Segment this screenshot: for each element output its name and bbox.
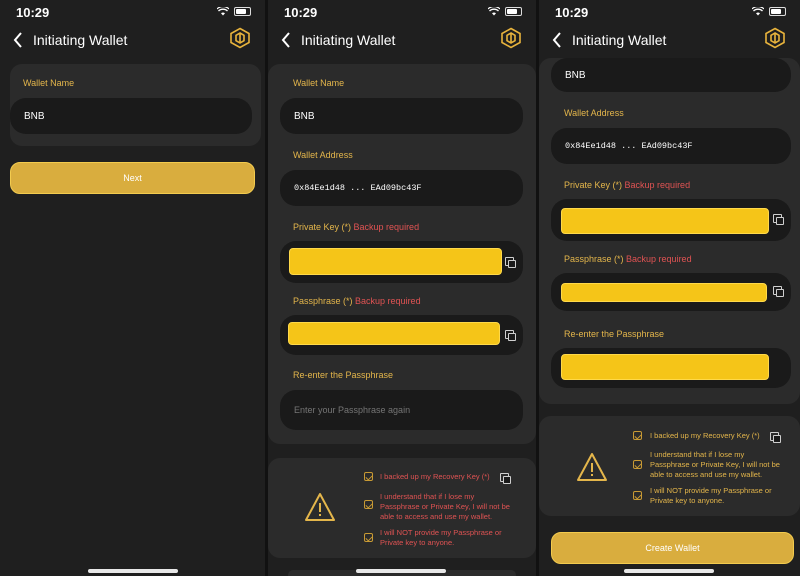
passphrase-label: Passphrase (*) Backup required bbox=[293, 296, 421, 306]
private-key-masked[interactable] bbox=[289, 248, 502, 275]
wallet-name-label: Wallet Name bbox=[293, 78, 345, 88]
bnb-logo-icon bbox=[501, 27, 521, 49]
status-icons bbox=[488, 7, 522, 16]
warning-icon bbox=[305, 493, 335, 521]
checkbox-not-share[interactable] bbox=[364, 533, 373, 542]
page-title: Initiating Wallet bbox=[572, 32, 667, 48]
reenter-passphrase-label: Re-enter the Passphrase bbox=[564, 329, 665, 339]
confirmations-card: I backed up my Recovery Key (*) I unders… bbox=[539, 416, 800, 516]
screen-step-1: 10:29 Initiating Wallet Wallet Name BNB … bbox=[0, 0, 265, 576]
copy-passphrase-icon[interactable] bbox=[505, 330, 516, 341]
passphrase-field bbox=[280, 315, 523, 355]
reenter-passphrase-textbox[interactable] bbox=[294, 405, 523, 415]
battery-icon bbox=[769, 7, 786, 16]
status-time: 10:29 bbox=[16, 5, 50, 20]
wallet-name-input[interactable]: BNB bbox=[10, 98, 252, 134]
page-title: Initiating Wallet bbox=[301, 32, 396, 48]
page-title: Initiating Wallet bbox=[33, 32, 128, 48]
next-button[interactable]: Next bbox=[10, 162, 255, 194]
status-bar: 10:29 bbox=[539, 0, 800, 24]
wallet-name-label: Wallet Name bbox=[23, 78, 75, 88]
back-chevron-icon[interactable] bbox=[10, 29, 26, 51]
copy-passphrase-icon[interactable] bbox=[773, 286, 784, 297]
checkbox-recovery-key[interactable] bbox=[364, 472, 373, 481]
status-bar: 10:29 bbox=[268, 0, 536, 24]
wallet-name-card: Wallet Name BNB bbox=[10, 64, 261, 146]
reenter-passphrase-input[interactable] bbox=[280, 390, 523, 430]
passphrase-field bbox=[551, 273, 791, 311]
confirm-not-share-text: I will NOT provide my Passphrase or Priv… bbox=[650, 486, 772, 505]
reenter-passphrase-masked[interactable] bbox=[561, 354, 769, 380]
status-time: 10:29 bbox=[284, 5, 318, 20]
private-key-label: Private Key (*) Backup required bbox=[564, 180, 691, 190]
status-bar: 10:29 bbox=[0, 0, 265, 24]
reenter-passphrase-label: Re-enter the Passphrase bbox=[293, 370, 394, 380]
battery-icon bbox=[505, 7, 522, 16]
private-key-field bbox=[280, 241, 523, 283]
navbar: Initiating Wallet bbox=[268, 24, 536, 58]
private-key-masked[interactable] bbox=[561, 208, 769, 234]
bnb-logo-icon bbox=[765, 27, 785, 49]
battery-icon bbox=[234, 7, 251, 16]
confirm-understand-text: I understand that if I lose my Passphras… bbox=[380, 492, 510, 521]
copy-recovery-key-icon[interactable] bbox=[770, 432, 781, 443]
wifi-icon bbox=[752, 7, 764, 16]
wallet-address-field: 0x84Ee1d48 ... EAd09bc43F bbox=[280, 170, 523, 206]
confirm-understand-text: I understand that if I lose my Passphras… bbox=[650, 450, 780, 479]
create-wallet-button[interactable]: Create Wallet bbox=[551, 532, 794, 564]
wifi-icon bbox=[488, 7, 500, 16]
back-chevron-icon[interactable] bbox=[549, 29, 565, 51]
confirm-not-share-text: I will NOT provide my Passphrase or Priv… bbox=[380, 528, 502, 547]
home-indicator bbox=[356, 569, 446, 573]
wifi-icon bbox=[217, 7, 229, 16]
screen-step-2: 10:29 Initiating Wallet Wallet Name BNB … bbox=[268, 0, 536, 576]
confirmations-card: I backed up my Recovery Key (*) I unders… bbox=[268, 458, 536, 558]
status-icons bbox=[217, 7, 251, 16]
warning-icon bbox=[577, 453, 607, 481]
screen-step-3: 10:29 Initiating Wallet BNB Wallet Addre… bbox=[539, 0, 800, 576]
status-time: 10:29 bbox=[555, 5, 589, 20]
wallet-address-label: Wallet Address bbox=[293, 150, 353, 160]
checkbox-understand-loss[interactable] bbox=[364, 500, 373, 509]
back-chevron-icon[interactable] bbox=[278, 29, 294, 51]
confirm-recovery-key-text: I backed up my Recovery Key (*) bbox=[650, 431, 760, 440]
bnb-logo-icon bbox=[230, 27, 250, 49]
private-key-field bbox=[551, 199, 791, 241]
copy-private-key-icon[interactable] bbox=[773, 214, 784, 225]
checkbox-not-share[interactable] bbox=[633, 491, 642, 500]
passphrase-masked[interactable] bbox=[561, 283, 767, 302]
navbar: Initiating Wallet bbox=[539, 24, 800, 58]
home-indicator bbox=[624, 569, 714, 573]
passphrase-label: Passphrase (*) Backup required bbox=[564, 254, 692, 264]
wallet-name-input[interactable]: BNB bbox=[280, 98, 523, 134]
wallet-address-field: 0x84Ee1d48 ... EAd09bc43F bbox=[551, 128, 791, 164]
wallet-form-card: Wallet Name BNB Wallet Address 0x84Ee1d4… bbox=[268, 64, 536, 444]
copy-recovery-key-icon[interactable] bbox=[500, 473, 511, 484]
wallet-name-input[interactable]: BNB bbox=[551, 58, 791, 92]
home-indicator bbox=[88, 569, 178, 573]
confirm-recovery-key-text: I backed up my Recovery Key (*) bbox=[380, 472, 490, 481]
reenter-passphrase-input[interactable] bbox=[551, 348, 791, 388]
status-icons bbox=[752, 7, 786, 16]
passphrase-masked[interactable] bbox=[288, 322, 500, 345]
wallet-form-card-scrolled: BNB Wallet Address 0x84Ee1d48 ... EAd09b… bbox=[539, 58, 800, 404]
wallet-address-label: Wallet Address bbox=[564, 108, 624, 118]
navbar: Initiating Wallet bbox=[0, 24, 265, 58]
copy-private-key-icon[interactable] bbox=[505, 257, 516, 268]
checkbox-recovery-key[interactable] bbox=[633, 431, 642, 440]
private-key-label: Private Key (*) Backup required bbox=[293, 222, 420, 232]
checkbox-understand-loss[interactable] bbox=[633, 460, 642, 469]
